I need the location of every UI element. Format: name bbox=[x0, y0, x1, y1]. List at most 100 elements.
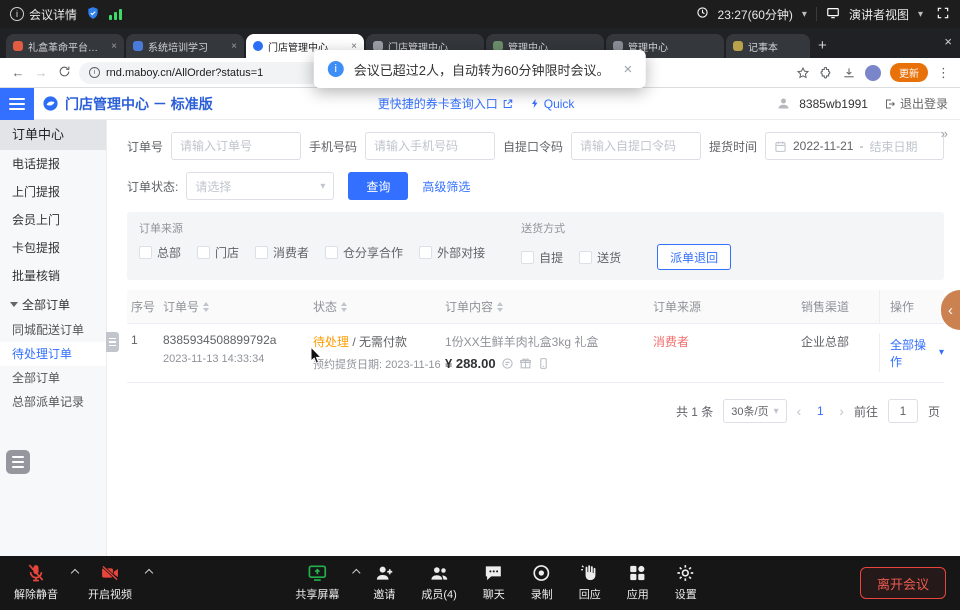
phone-input[interactable] bbox=[374, 139, 486, 153]
sidebar-item-pending-orders[interactable]: 待处理订单 bbox=[0, 342, 106, 366]
view-mode-label[interactable]: 演讲者视图 bbox=[849, 6, 909, 23]
coupon-query-entry-link[interactable]: 更快捷的券卡查询入口 bbox=[378, 95, 514, 112]
toast-close-icon[interactable]: × bbox=[623, 61, 632, 78]
members-button[interactable]: 成员(4) bbox=[421, 563, 456, 602]
chevron-up-icon[interactable] bbox=[145, 569, 153, 577]
username: 8385wb1991 bbox=[799, 97, 868, 111]
site-info-icon[interactable]: i bbox=[89, 67, 100, 78]
sidebar-toggle-button[interactable] bbox=[0, 88, 34, 120]
search-button[interactable]: 查询 bbox=[348, 172, 408, 200]
remark-icon[interactable] bbox=[501, 357, 514, 370]
record-button[interactable]: 录制 bbox=[531, 563, 553, 602]
order-no-input[interactable] bbox=[180, 139, 292, 153]
security-shield-icon[interactable] bbox=[86, 6, 100, 23]
browser-update-button[interactable]: 更新 bbox=[890, 63, 928, 82]
start-video-button[interactable]: 开启视频 bbox=[88, 563, 140, 602]
share-screen-button[interactable]: 共享屏幕 bbox=[295, 563, 347, 602]
browser-tab[interactable]: 系统培训学习 × bbox=[126, 34, 244, 58]
cell-action: 全部操作 ▾ bbox=[879, 333, 944, 372]
all-actions-dropdown[interactable]: 全部操作 ▾ bbox=[890, 336, 944, 370]
browser-tab[interactable]: 记事本 bbox=[726, 34, 810, 58]
order-status-value: 请选择 bbox=[195, 178, 231, 195]
dispatch-return-button[interactable]: 派单退回 bbox=[657, 244, 731, 270]
date-range-picker[interactable]: 2022-11-21 - 结束日期 bbox=[765, 132, 944, 160]
checkbox-hq[interactable]: 总部 bbox=[139, 244, 181, 261]
extensions-icon[interactable] bbox=[819, 66, 833, 80]
browser-profile-avatar[interactable] bbox=[865, 65, 881, 81]
next-page-icon[interactable]: › bbox=[839, 403, 844, 419]
logo-icon bbox=[42, 95, 59, 112]
cell-order-no: 8385934508899792a 2023-11-13 14:33:34 bbox=[163, 333, 313, 365]
browser-menu-icon[interactable]: ⋮ bbox=[937, 65, 950, 81]
pickup-code-input[interactable] bbox=[580, 139, 692, 153]
sort-icon[interactable] bbox=[341, 302, 347, 312]
col-status[interactable]: 状态 bbox=[313, 298, 445, 315]
meeting-top-bar: i 会议详情 23:27(60分钟) ▾ 演讲者视图 ▾ bbox=[0, 0, 960, 28]
sidebar-item-all-orders[interactable]: 全部订单 bbox=[0, 366, 106, 390]
tab-close-icon[interactable]: × bbox=[231, 41, 237, 52]
sidebar-item-member-visit[interactable]: 会员上门 bbox=[0, 206, 106, 234]
sidebar-item-batch-verify[interactable]: 批量核销 bbox=[0, 262, 106, 290]
checkbox-self-pickup[interactable]: 自提 bbox=[521, 249, 563, 266]
tab-close-icon[interactable]: × bbox=[111, 41, 117, 52]
sort-icon[interactable] bbox=[203, 302, 209, 312]
chat-button[interactable]: 聊天 bbox=[483, 563, 505, 602]
fullscreen-icon[interactable] bbox=[936, 6, 950, 23]
goto-page-input[interactable] bbox=[888, 399, 918, 423]
sidebar-item-phone-submit[interactable]: 电话提报 bbox=[0, 150, 106, 178]
checkbox-delivery[interactable]: 送货 bbox=[579, 249, 621, 266]
apps-button[interactable]: 应用 bbox=[627, 563, 649, 602]
network-signal-icon[interactable] bbox=[109, 8, 122, 20]
order-status-select[interactable]: 请选择 ▾ bbox=[186, 172, 334, 200]
browser-tab[interactable]: 礼盒革命平台管理中心 × bbox=[6, 34, 124, 58]
sidebar-item-card-submit[interactable]: 卡包提报 bbox=[0, 234, 106, 262]
sidebar-group-all-orders[interactable]: 全部订单 bbox=[0, 290, 106, 318]
apps-grid-icon bbox=[628, 563, 648, 583]
sort-icon[interactable] bbox=[497, 302, 503, 312]
col-order-no[interactable]: 订单号 bbox=[163, 298, 313, 315]
meeting-detail-button[interactable]: i 会议详情 bbox=[10, 6, 77, 23]
checkbox-consumer[interactable]: 消费者 bbox=[255, 244, 309, 261]
sidebar-item-door-submit[interactable]: 上门提报 bbox=[0, 178, 106, 206]
checkbox-icon bbox=[139, 246, 152, 259]
filter-row-1: 订单号 手机号码 自提口令码 提货时间 2022-11-2 bbox=[127, 132, 944, 160]
chevron-up-icon[interactable] bbox=[352, 569, 360, 577]
date-separator: - bbox=[859, 139, 863, 153]
forward-icon[interactable]: → bbox=[33, 65, 49, 80]
new-tab-button[interactable]: + bbox=[818, 37, 827, 54]
quick-link[interactable]: Quick bbox=[530, 97, 575, 111]
collapse-chevrons-icon[interactable]: » bbox=[941, 126, 948, 141]
advanced-filter-link[interactable]: 高级筛选 bbox=[422, 178, 470, 195]
prev-page-icon[interactable]: ‹ bbox=[797, 403, 802, 419]
bookmark-star-icon[interactable] bbox=[796, 66, 810, 80]
record-label: 录制 bbox=[531, 586, 553, 602]
gear-icon bbox=[676, 563, 696, 583]
current-page[interactable]: 1 bbox=[811, 404, 829, 418]
gift-icon[interactable] bbox=[519, 357, 532, 370]
reload-icon[interactable] bbox=[56, 65, 72, 81]
back-icon[interactable]: ← bbox=[10, 65, 26, 80]
sidebar-section-order-center[interactable]: 订单中心 bbox=[0, 120, 106, 150]
leave-meeting-button[interactable]: 离开会议 bbox=[860, 567, 946, 599]
invite-button[interactable]: 邀请 bbox=[373, 563, 395, 602]
reactions-button[interactable]: 回应 bbox=[579, 563, 601, 602]
window-close-icon[interactable]: × bbox=[944, 34, 952, 49]
checkbox-store[interactable]: 门店 bbox=[197, 244, 239, 261]
sidebar-item-city-delivery-orders[interactable]: 同城配送订单 bbox=[0, 318, 106, 342]
logout-button[interactable]: 退出登录 bbox=[884, 95, 948, 112]
view-dropdown-caret[interactable]: ▾ bbox=[918, 9, 923, 20]
col-content[interactable]: 订单内容 bbox=[445, 298, 653, 315]
checkbox-external[interactable]: 外部对接 bbox=[419, 244, 485, 261]
checkbox-warehouse-share[interactable]: 仓分享合作 bbox=[325, 244, 403, 261]
download-icon[interactable] bbox=[842, 66, 856, 80]
phone-device-icon[interactable] bbox=[537, 357, 550, 370]
timer-dropdown-caret[interactable]: ▾ bbox=[802, 9, 807, 20]
sidebar-pull-handle[interactable] bbox=[106, 332, 119, 352]
share-screen-label: 共享屏幕 bbox=[295, 586, 339, 602]
chevron-up-icon[interactable] bbox=[71, 569, 79, 577]
unmute-button[interactable]: 解除静音 bbox=[14, 563, 66, 602]
floating-menu-widget[interactable] bbox=[6, 450, 30, 474]
settings-button[interactable]: 设置 bbox=[675, 563, 697, 602]
sidebar-item-hq-dispatch-records[interactable]: 总部派单记录 bbox=[0, 390, 106, 414]
page-size-select[interactable]: 30条/页 ▾ bbox=[723, 399, 786, 423]
